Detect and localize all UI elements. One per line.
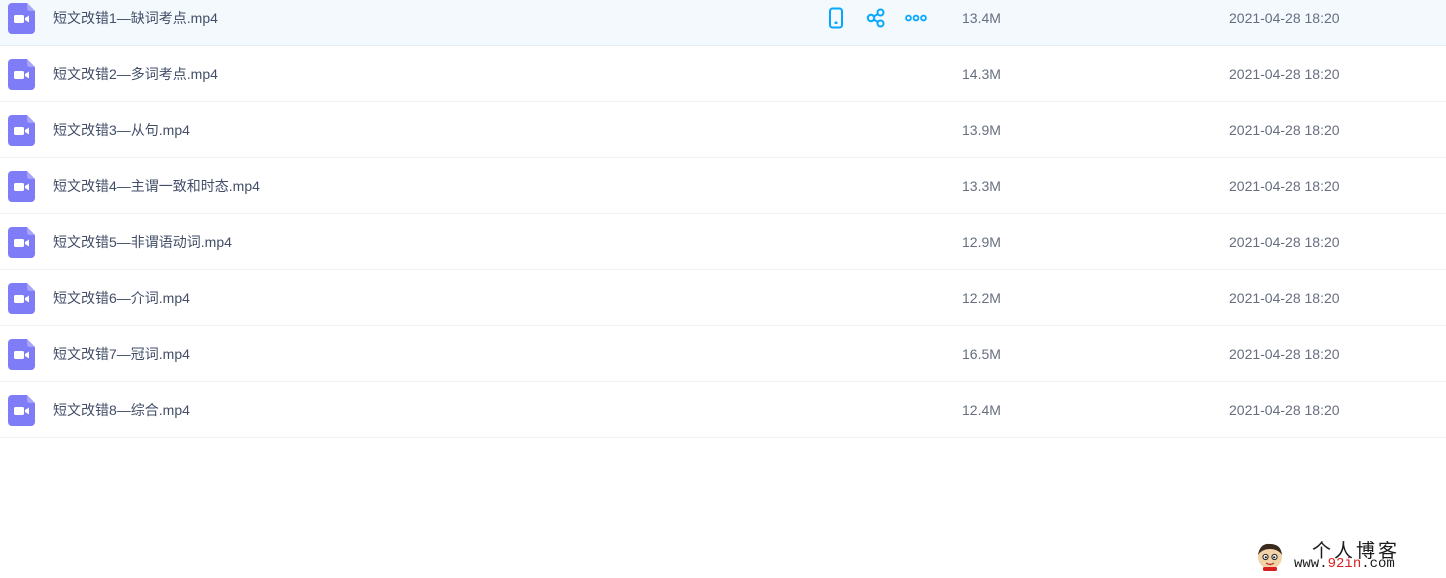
file-time: 2021-04-28 18:20 [1229,401,1340,418]
share-icon[interactable] [864,6,888,30]
cartoon-avatar-icon [1258,543,1282,571]
video-file-icon [8,58,35,90]
file-name[interactable]: 短文改错3—从句.mp4 [53,120,190,140]
file-row[interactable]: 短文改错8—综合.mp4 12.4M 2021-04-28 18:20 [0,382,1446,438]
file-time: 2021-04-28 18:20 [1229,121,1340,138]
file-name[interactable]: 短文改错8—综合.mp4 [53,400,190,420]
file-time: 2021-04-28 18:20 [1229,345,1340,362]
file-time: 2021-04-28 18:20 [1229,289,1340,306]
file-row[interactable]: 短文改错4—主谓一致和时态.mp4 13.3M 2021-04-28 18:20 [0,158,1446,214]
file-size: 13.4M [962,9,1001,26]
file-name[interactable]: 短文改错1—缺词考点.mp4 [53,8,218,28]
blog-watermark: 个人博客 www.92in.com [1248,536,1444,576]
file-size: 12.2M [962,289,1001,306]
file-name[interactable]: 短文改错5—非谓语动词.mp4 [53,232,232,252]
file-row[interactable]: 短文改错7—冠词.mp4 16.5M 2021-04-28 18:20 [0,326,1446,382]
file-size: 16.5M [962,345,1001,362]
file-size: 12.9M [962,233,1001,250]
file-name[interactable]: 短文改错6—介词.mp4 [53,288,190,308]
file-time: 2021-04-28 18:20 [1229,233,1340,250]
file-row[interactable]: 短文改错6—介词.mp4 12.2M 2021-04-28 18:20 [0,270,1446,326]
file-size: 12.4M [962,401,1001,418]
video-file-icon [8,394,35,426]
video-file-icon [8,338,35,370]
video-file-icon [8,282,35,314]
phone-icon[interactable] [824,6,848,30]
file-time: 2021-04-28 18:20 [1229,65,1340,82]
file-time: 2021-04-28 18:20 [1229,177,1340,194]
file-size: 13.3M [962,177,1001,194]
file-row[interactable]: 短文改错5—非谓语动词.mp4 12.9M 2021-04-28 18:20 [0,214,1446,270]
file-row[interactable]: 短文改错1—缺词考点.mp4 13.4M 2021-04-28 18:20 [0,0,1446,46]
file-name[interactable]: 短文改错2—多词考点.mp4 [53,64,218,84]
file-list: 短文改错1—缺词考点.mp4 13.4M 2021-04-28 18:20 短文… [0,0,1446,438]
file-row[interactable]: 短文改错2—多词考点.mp4 14.3M 2021-04-28 18:20 [0,46,1446,102]
video-file-icon [8,2,35,34]
video-file-icon [8,170,35,202]
file-name[interactable]: 短文改错4—主谓一致和时态.mp4 [53,176,260,196]
file-row[interactable]: 短文改错3—从句.mp4 13.9M 2021-04-28 18:20 [0,102,1446,158]
file-size: 13.9M [962,121,1001,138]
more-icon[interactable] [904,6,928,30]
file-time: 2021-04-28 18:20 [1229,9,1340,26]
file-name[interactable]: 短文改错7—冠词.mp4 [53,344,190,364]
file-size: 14.3M [962,65,1001,82]
video-file-icon [8,226,35,258]
video-file-icon [8,114,35,146]
watermark-url: www.92in.com [1294,556,1395,572]
